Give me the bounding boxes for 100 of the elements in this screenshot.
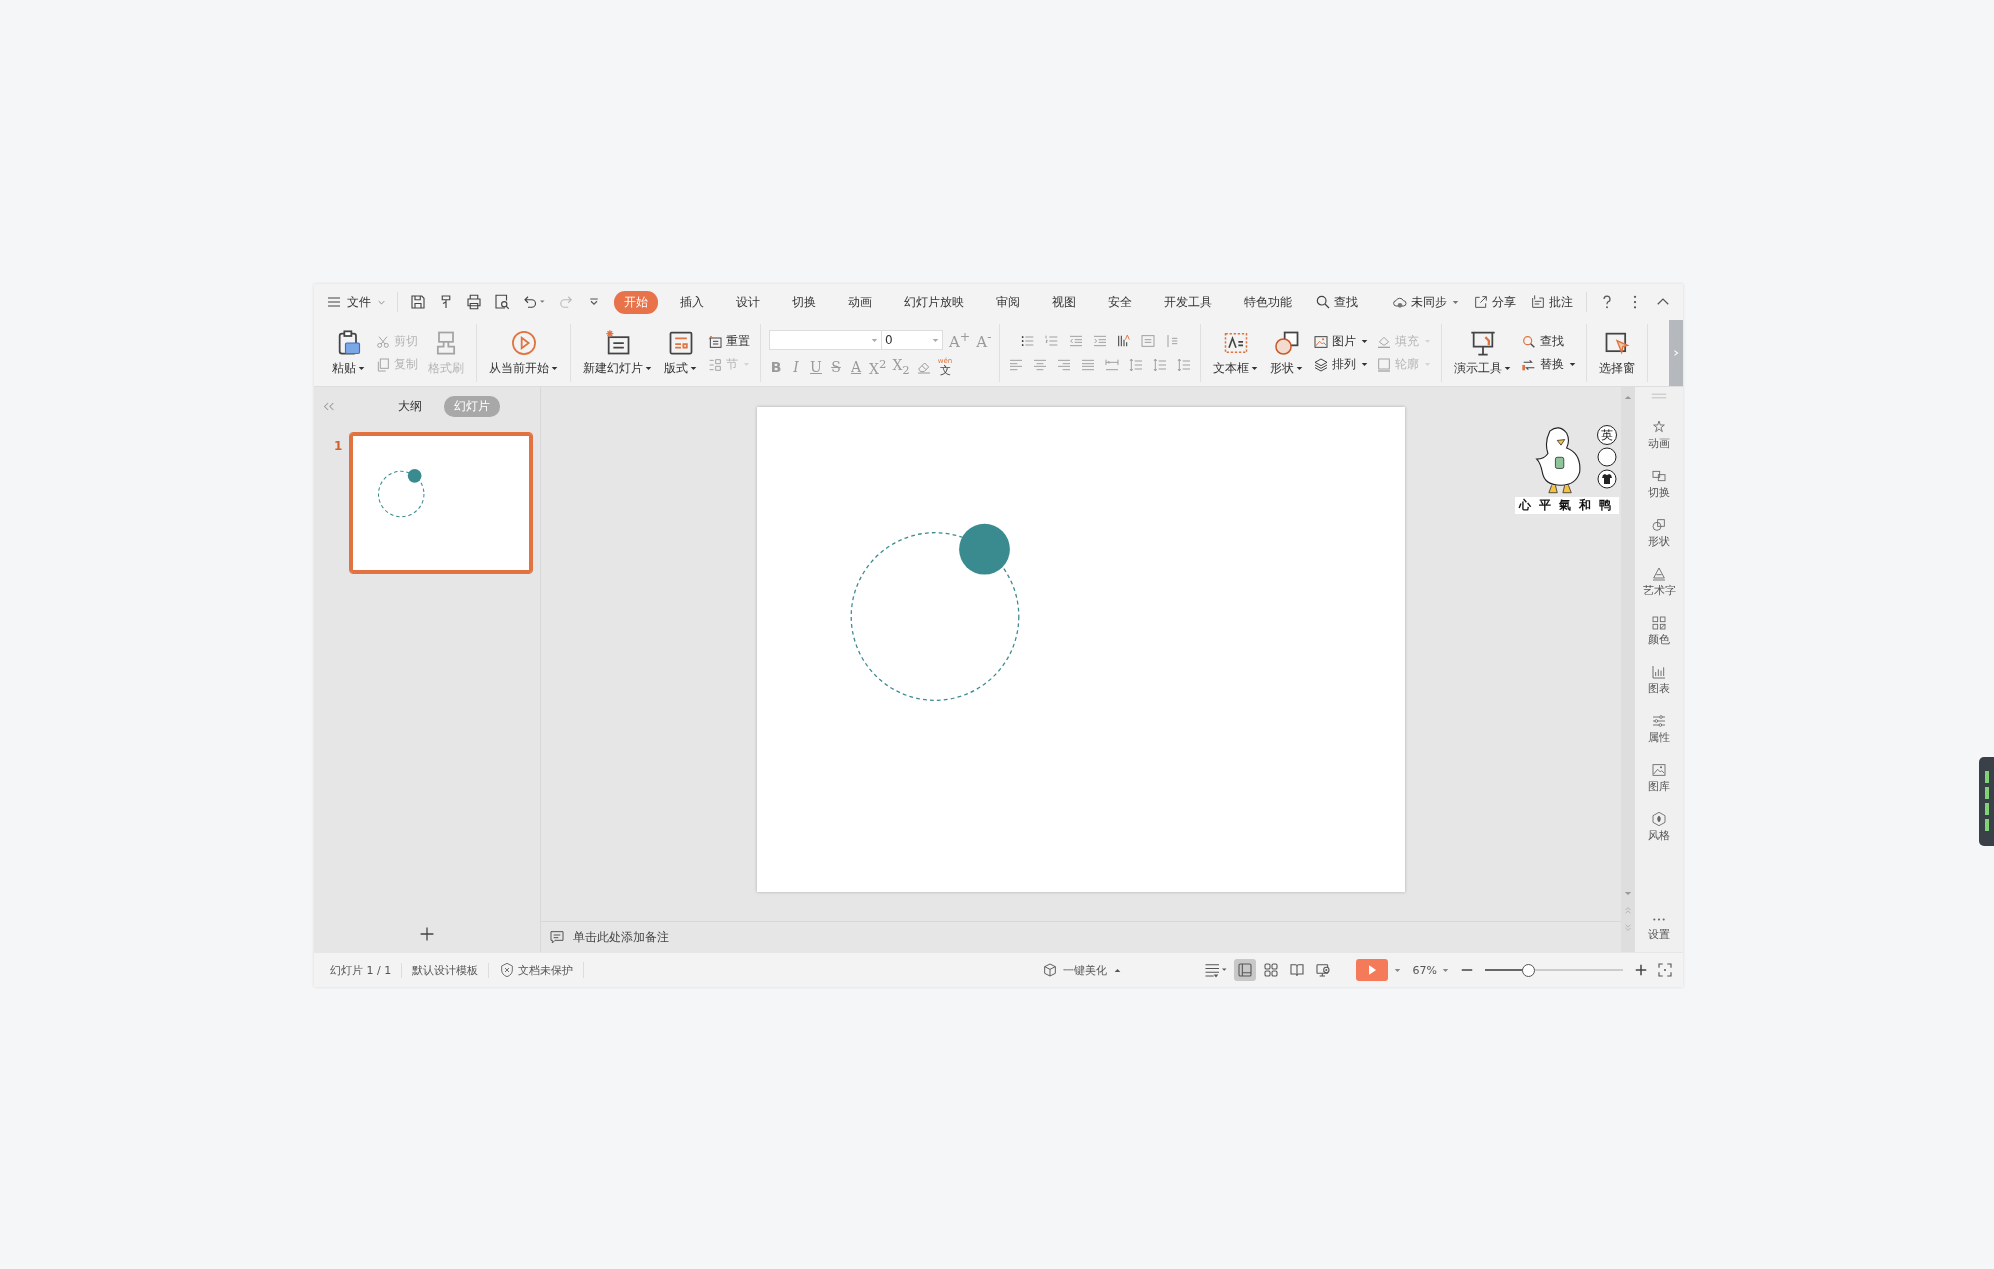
grid-icon <box>1651 615 1667 631</box>
ribbon-button[interactable]: 图片 <box>1311 332 1371 351</box>
view-mode-button[interactable] <box>1233 959 1256 981</box>
ribbon-button[interactable]: 重置 <box>705 332 752 351</box>
more-icon <box>1651 918 1667 921</box>
caret-icon <box>551 366 558 371</box>
menu-tab[interactable]: 特色功能 <box>1234 290 1302 314</box>
caret-icon <box>1251 366 1259 371</box>
triangle-icon <box>1651 566 1667 582</box>
scrollbar[interactable] <box>1621 387 1635 952</box>
font-name-field[interactable] <box>769 330 881 351</box>
shield-icon <box>499 962 516 978</box>
down-arrow-icon[interactable] <box>1624 891 1632 896</box>
sidebar-button[interactable]: 属性 <box>1648 713 1670 745</box>
up-arrow-icon[interactable] <box>1624 395 1632 400</box>
drag-handle-icon[interactable] <box>1650 393 1668 399</box>
menu-tab[interactable]: 切换 <box>782 290 826 314</box>
undo-icon[interactable] <box>521 293 547 311</box>
picture-icon <box>1651 762 1667 778</box>
play-icon <box>509 329 538 357</box>
shapes-icon <box>1651 517 1667 533</box>
protection-status[interactable]: 文档未保护 <box>489 962 585 978</box>
comment-icon <box>549 929 565 945</box>
caret-icon <box>1424 362 1432 367</box>
caret-icon <box>1452 299 1459 305</box>
share-icon <box>1473 294 1489 310</box>
ribbon-button[interactable]: 排列 <box>1311 355 1371 374</box>
ribbon-button[interactable]: 查找 <box>1519 332 1579 351</box>
dashed-circle[interactable] <box>850 532 1020 701</box>
collapse-panel-icon[interactable] <box>322 400 336 412</box>
bar-chart-icon <box>1651 664 1667 680</box>
share-button[interactable]: 分享 <box>1473 293 1516 311</box>
caret-icon <box>871 337 878 343</box>
caret-icon[interactable] <box>1393 967 1401 973</box>
slideshow-button[interactable] <box>1355 959 1388 981</box>
input-language-button[interactable]: 英 <box>1597 425 1617 445</box>
comment-button[interactable]: 批注 <box>1530 293 1573 311</box>
ribbon-button[interactable]: 文本框 <box>1209 327 1263 379</box>
menu-tab[interactable]: 安全 <box>1098 290 1142 314</box>
layers-icon <box>1313 356 1330 373</box>
notes-bar[interactable]: 单击此处添加备注 <box>541 921 1621 952</box>
menu-tab[interactable]: 开发工具 <box>1154 290 1222 314</box>
section-icon <box>707 356 723 373</box>
caret-icon <box>1296 366 1304 371</box>
panel-tab[interactable]: 大纲 <box>388 395 432 417</box>
sidebar-button[interactable]: 风格 <box>1648 811 1670 843</box>
file-menu[interactable]: 文件 <box>322 293 389 311</box>
menu-icon <box>326 294 342 310</box>
menu-tab[interactable]: 插入 <box>670 290 714 314</box>
ribbon-button[interactable]: 粘贴 <box>328 327 369 379</box>
sidebar-button[interactable]: 切换 <box>1648 468 1670 500</box>
sidebar-button[interactable]: 图库 <box>1648 762 1670 794</box>
sidebar-button[interactable]: 设置 <box>1648 918 1670 942</box>
caret-icon <box>1361 339 1369 344</box>
cube-icon <box>1042 962 1059 978</box>
squares-icon <box>1651 468 1667 484</box>
font-size-field[interactable]: 0 <box>881 330 943 351</box>
filled-circle[interactable] <box>959 523 1010 575</box>
ribbon-button[interactable]: 从当前开始 <box>485 327 562 379</box>
menu-tab[interactable]: 幻灯片放映 <box>894 290 974 314</box>
star-icon <box>1651 419 1667 435</box>
caret-icon <box>743 362 750 367</box>
beautify-button[interactable]: 一键美化 <box>1042 962 1122 978</box>
menu-tab[interactable]: 设计 <box>726 290 770 314</box>
print-preview-icon[interactable] <box>493 293 511 311</box>
picture-icon <box>1313 333 1330 350</box>
reading-view-icon <box>1314 962 1331 978</box>
new-slide-icon <box>603 329 632 357</box>
zoom-level-dropdown[interactable]: 67% <box>1412 963 1449 977</box>
ribbon-button[interactable]: 形状 <box>1266 327 1308 379</box>
sidebar-button[interactable]: 形状 <box>1648 517 1670 549</box>
shirt-icon[interactable] <box>1597 469 1617 489</box>
paragraph-icon[interactable] <box>1116 333 1133 349</box>
search-button[interactable]: 查找 <box>1315 293 1358 311</box>
sidebar-button[interactable]: 动画 <box>1648 419 1670 451</box>
ribbon-button[interactable]: 选择窗 <box>1595 327 1640 379</box>
sync-button[interactable]: 未同步 <box>1392 293 1459 311</box>
ribbon-button[interactable]: 版式 <box>660 327 701 379</box>
scissors-icon <box>375 333 391 350</box>
status-text[interactable]: 默认设计模板 <box>402 962 490 978</box>
dashed-circle <box>378 470 425 518</box>
menu-tab[interactable]: 审阅 <box>986 290 1030 314</box>
save-icon[interactable] <box>409 293 427 311</box>
menu-tab[interactable]: 视图 <box>1042 290 1086 314</box>
skin-caption: 心平氣和鸭 <box>1515 497 1619 514</box>
sidebar-button[interactable]: 图表 <box>1648 664 1670 696</box>
moon-icon[interactable] <box>1597 447 1617 467</box>
meter-widget[interactable] <box>1979 757 1994 846</box>
sidebar-button[interactable]: 艺术字 <box>1642 566 1676 598</box>
caret-icon <box>645 366 652 371</box>
copy-icon <box>375 356 391 373</box>
ribbon-button[interactable]: 替换 <box>1519 355 1579 374</box>
menu-tab[interactable]: 动画 <box>838 290 882 314</box>
add-slide-icon[interactable] <box>419 926 435 942</box>
sidebar-button[interactable]: 颜色 <box>1648 615 1670 647</box>
slide-thumbnail[interactable] <box>350 433 532 573</box>
fit-window-icon[interactable] <box>1656 961 1674 979</box>
ribbon-button[interactable]: 演示工具 <box>1450 327 1516 379</box>
ribbon-button[interactable]: 新建幻灯片 <box>579 327 656 379</box>
print-icon[interactable] <box>465 293 483 311</box>
